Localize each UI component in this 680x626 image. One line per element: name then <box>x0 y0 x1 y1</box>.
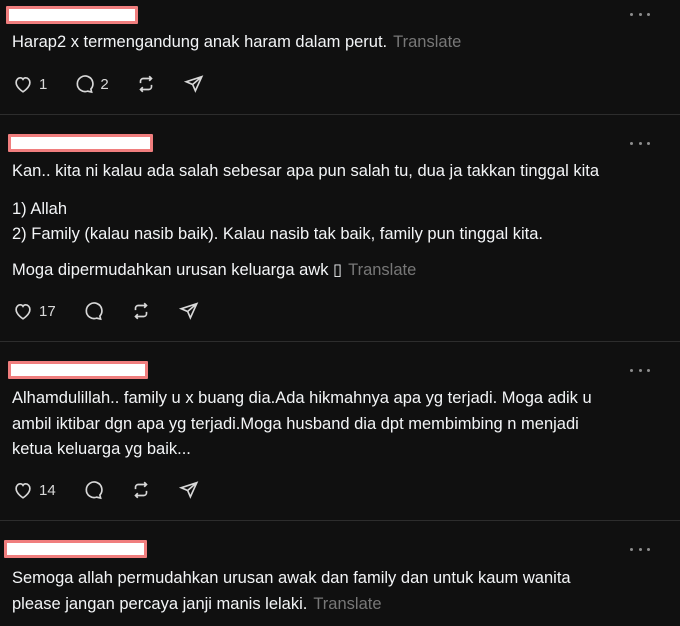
translate-link[interactable]: Translate <box>393 33 461 51</box>
heart-icon <box>15 77 31 93</box>
share-button[interactable] <box>178 479 200 501</box>
post-text: Alhamdulillah.. family u x buang dia.Ada… <box>12 389 592 458</box>
redacted-username[interactable] <box>8 134 153 152</box>
post-actions: 17 <box>12 299 226 323</box>
post-text: Kan.. kita ni kalau ada salah sebesar ap… <box>12 162 600 279</box>
more-icon <box>630 12 633 16</box>
repost-button[interactable] <box>130 300 152 322</box>
post-actions: 14 <box>12 478 226 502</box>
heart-icon <box>15 483 31 499</box>
reply-button[interactable] <box>82 479 104 501</box>
more-options-button[interactable] <box>630 138 650 148</box>
like-count: 14 <box>39 481 56 499</box>
more-icon <box>630 547 633 551</box>
redacted-username[interactable] <box>8 361 148 379</box>
post-text: Harap2 x termengandung anak haram dalam … <box>12 33 462 51</box>
post-actions: 1 2 <box>12 72 231 96</box>
like-button[interactable]: 14 <box>12 479 56 501</box>
like-button[interactable]: 17 <box>12 300 56 322</box>
share-button[interactable] <box>178 300 200 322</box>
reply-button[interactable]: 2 <box>73 73 109 95</box>
more-options-button[interactable] <box>630 365 650 375</box>
redacted-username[interactable] <box>4 540 147 558</box>
post-2: Kan.. kita ni kalau ada salah sebesar ap… <box>0 115 680 341</box>
repost-button[interactable] <box>135 73 157 95</box>
repost-button[interactable] <box>130 479 152 501</box>
like-count: 17 <box>39 302 56 320</box>
repost-icon <box>134 302 148 320</box>
more-options-button[interactable] <box>630 544 650 554</box>
send-icon <box>178 481 198 499</box>
reply-count: 2 <box>100 75 109 93</box>
comment-icon <box>85 481 103 500</box>
like-button[interactable]: 1 <box>12 73 47 95</box>
more-icon <box>630 368 633 372</box>
reply-button[interactable] <box>82 300 104 322</box>
comment-icon <box>76 75 95 94</box>
comment-icon <box>85 302 103 321</box>
share-button[interactable] <box>183 73 205 95</box>
post-3: Alhamdulillah.. family u x buang dia.Ada… <box>0 342 680 520</box>
post-1: Harap2 x termengandung anak haram dalam … <box>0 0 680 114</box>
post-text: Semoga allah permudahkan urusan awak dan… <box>12 569 571 613</box>
translate-link[interactable]: Translate <box>313 595 381 613</box>
heart-icon <box>15 304 31 320</box>
post-4: Semoga allah permudahkan urusan awak dan… <box>0 521 680 626</box>
more-icon <box>630 141 633 145</box>
more-options-button[interactable] <box>630 9 650 19</box>
repost-icon <box>134 481 148 499</box>
send-icon <box>183 75 203 93</box>
translate-link[interactable]: Translate <box>348 261 416 279</box>
send-icon <box>178 302 198 320</box>
repost-icon <box>139 75 153 93</box>
like-count: 1 <box>39 75 48 93</box>
redacted-username[interactable] <box>6 6 138 24</box>
